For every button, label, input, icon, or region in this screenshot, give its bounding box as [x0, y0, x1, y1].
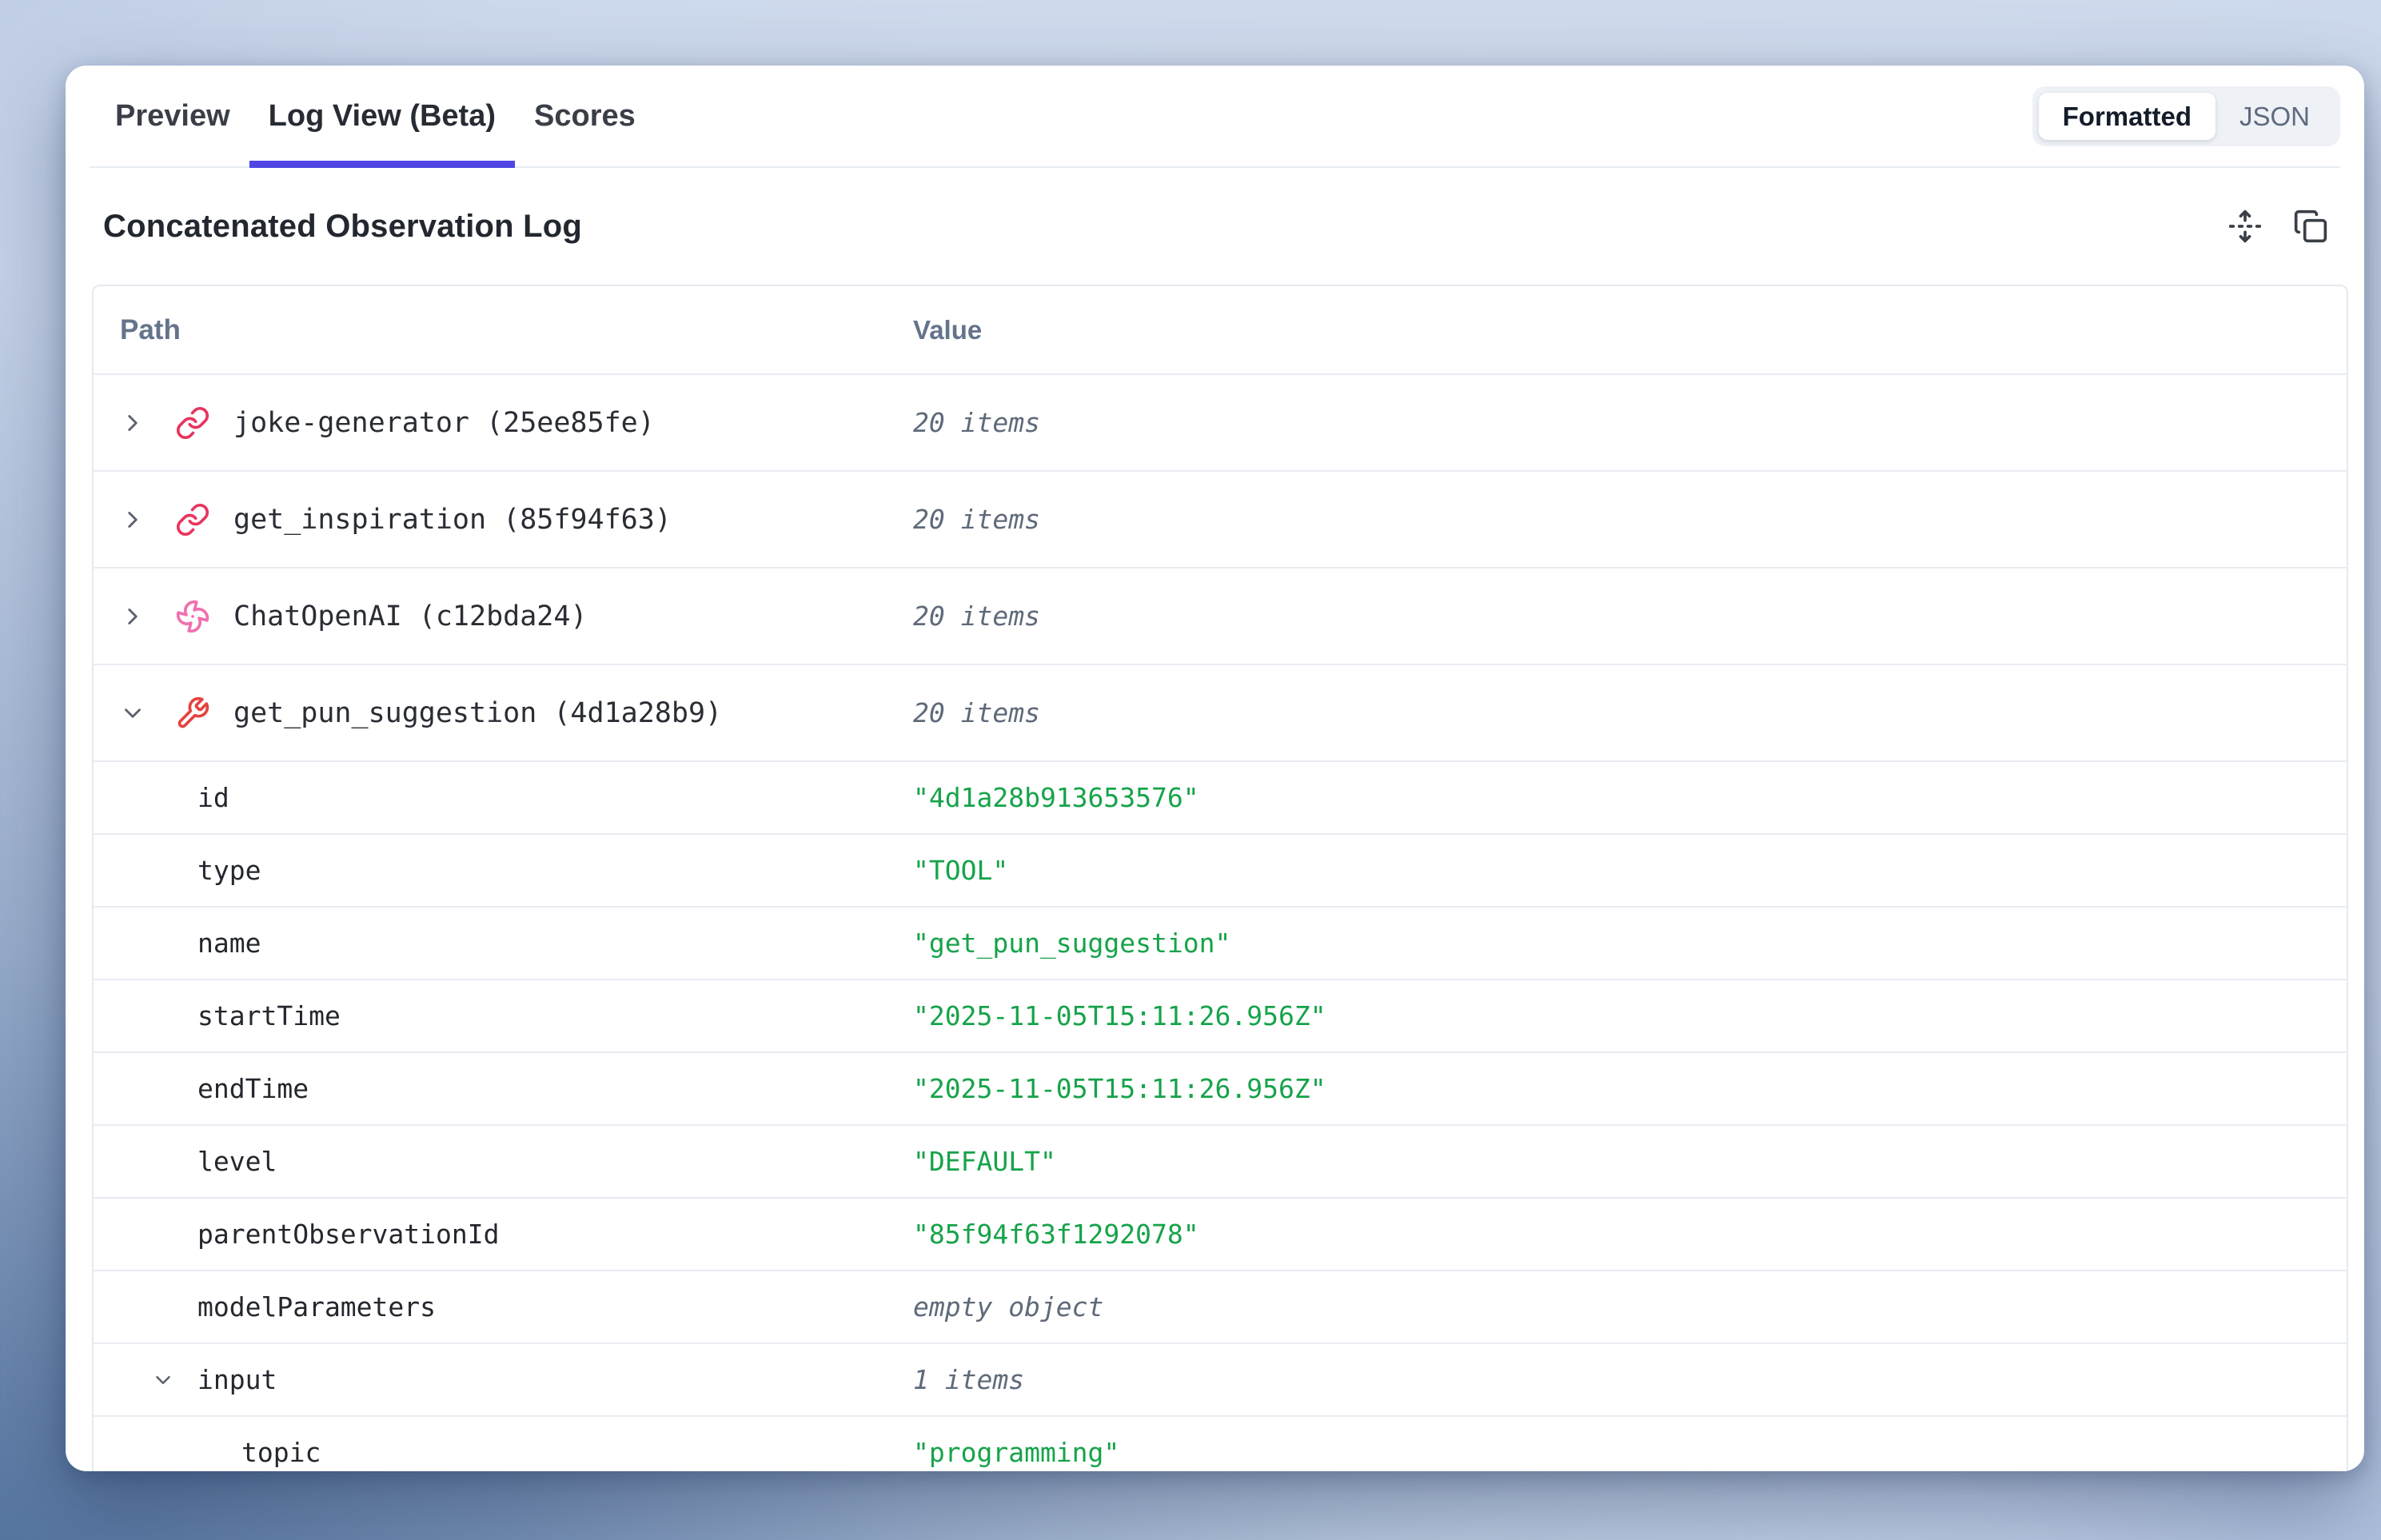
- value-summary: 20 items: [913, 600, 2347, 632]
- view-mode-toggle: Formatted JSON: [2032, 86, 2340, 146]
- table-row: type "TOOL": [94, 833, 2347, 906]
- path-cell: topic: [94, 1437, 913, 1468]
- value-string: "2025-11-05T15:11:26.956Z": [913, 1000, 2347, 1031]
- table-row[interactable]: input 1 items: [94, 1343, 2347, 1415]
- table-row[interactable]: get_inspiration (85f94f63) 20 items: [94, 470, 2347, 567]
- fan-icon: [175, 599, 210, 634]
- value-summary: 1 items: [913, 1364, 2347, 1395]
- wrench-icon: [175, 696, 210, 731]
- observation-log-table: Path Value joke-generator (25ee85fe) 20 i…: [92, 285, 2348, 1471]
- tab-preview[interactable]: Preview: [96, 66, 249, 166]
- path-label: modelParameters: [197, 1291, 436, 1323]
- path-label: joke-generator (25ee85fe): [233, 407, 655, 439]
- table-row[interactable]: ChatOpenAI (c12bda24) 20 items: [94, 567, 2347, 664]
- path-cell: get_pun_suggestion (4d1a28b9): [94, 696, 913, 731]
- table-row: id "4d1a28b913653576": [94, 760, 2347, 833]
- toggle-formatted[interactable]: Formatted: [2039, 93, 2215, 140]
- tab-log-view[interactable]: Log View (Beta): [249, 66, 515, 166]
- path-cell: endTime: [94, 1073, 913, 1104]
- table-row: startTime "2025-11-05T15:11:26.956Z": [94, 979, 2347, 1051]
- path-label: ChatOpenAI (c12bda24): [233, 600, 588, 632]
- path-label: parentObservationId: [197, 1219, 500, 1250]
- path-label: get_inspiration (85f94f63): [233, 504, 672, 536]
- table-body: joke-generator (25ee85fe)20 itemsget_ins…: [94, 373, 2347, 1471]
- value-string: "4d1a28b913653576": [913, 782, 2347, 813]
- table-row: endTime "2025-11-05T15:11:26.956Z": [94, 1051, 2347, 1124]
- value-column-header: Value: [913, 315, 2347, 345]
- chevron-down-icon[interactable]: [119, 700, 146, 727]
- table-row: level "DEFAULT": [94, 1124, 2347, 1197]
- chevron-down-icon[interactable]: [151, 1368, 175, 1392]
- link-icon: [175, 502, 210, 537]
- path-label: input: [197, 1364, 277, 1395]
- link-icon: [175, 405, 210, 441]
- desktop-background: { "colors": { "accent_indigo": "#4f46e5"…: [0, 0, 2381, 1540]
- table-row: topic "programming": [94, 1415, 2347, 1471]
- toggle-json[interactable]: JSON: [2215, 93, 2334, 140]
- value-string: "2025-11-05T15:11:26.956Z": [913, 1073, 2347, 1104]
- value-summary: empty object: [913, 1291, 2347, 1323]
- value-summary: 20 items: [913, 407, 2347, 438]
- panel-actions: [2225, 206, 2331, 246]
- tab-scores-label: Scores: [534, 99, 636, 134]
- value-string: "get_pun_suggestion": [913, 928, 2347, 959]
- path-cell: modelParameters: [94, 1291, 913, 1323]
- path-label: endTime: [197, 1073, 309, 1104]
- value-string: "programming": [913, 1437, 2347, 1468]
- unfold-vertical-icon: [2227, 209, 2263, 244]
- path-label: id: [197, 782, 229, 813]
- table-row[interactable]: get_pun_suggestion (4d1a28b9) 20 items: [94, 664, 2347, 760]
- path-cell: input: [94, 1364, 913, 1395]
- path-label: name: [197, 928, 261, 959]
- value-summary: 20 items: [913, 697, 2347, 728]
- chevron-right-icon[interactable]: [119, 409, 146, 437]
- value-summary: 20 items: [913, 504, 2347, 535]
- table-row: name "get_pun_suggestion": [94, 906, 2347, 979]
- path-cell: level: [94, 1146, 913, 1177]
- path-cell: parentObservationId: [94, 1219, 913, 1250]
- log-view-panel: Preview Log View (Beta) Scores Formatted…: [66, 66, 2364, 1471]
- chevron-right-icon[interactable]: [119, 603, 146, 630]
- copy-log-button[interactable]: [2291, 206, 2331, 246]
- tab-log-view-label: Log View (Beta): [269, 99, 496, 134]
- value-string: "TOOL": [913, 855, 2347, 886]
- tab-bar: Preview Log View (Beta) Scores Formatted…: [90, 66, 2340, 168]
- tab-preview-label: Preview: [115, 99, 230, 134]
- path-cell: startTime: [94, 1000, 913, 1031]
- panel-header: Concatenated Observation Log: [66, 168, 2364, 285]
- path-label: level: [197, 1146, 277, 1177]
- value-string: "85f94f63f1292078": [913, 1219, 2347, 1250]
- unfold-rows-button[interactable]: [2225, 206, 2265, 246]
- path-label: get_pun_suggestion (4d1a28b9): [233, 697, 722, 729]
- chevron-right-icon[interactable]: [119, 506, 146, 533]
- tab-scores[interactable]: Scores: [515, 66, 655, 166]
- value-string: "DEFAULT": [913, 1146, 2347, 1177]
- page-title: Concatenated Observation Log: [103, 209, 582, 245]
- path-cell: id: [94, 782, 913, 813]
- copy-icon: [2293, 209, 2328, 244]
- path-label: topic: [241, 1437, 321, 1468]
- table-row[interactable]: joke-generator (25ee85fe) 20 items: [94, 373, 2347, 470]
- path-cell: ChatOpenAI (c12bda24): [94, 599, 913, 634]
- path-label: type: [197, 855, 261, 886]
- path-cell: joke-generator (25ee85fe): [94, 405, 913, 441]
- path-label: startTime: [197, 1000, 341, 1031]
- path-cell: type: [94, 855, 913, 886]
- table-header-row: Path Value: [94, 286, 2347, 373]
- tab-list: Preview Log View (Beta) Scores: [96, 66, 655, 166]
- path-column-header: Path: [94, 314, 913, 346]
- table-row: modelParameters empty object: [94, 1270, 2347, 1343]
- path-cell: get_inspiration (85f94f63): [94, 502, 913, 537]
- table-row: parentObservationId "85f94f63f1292078": [94, 1197, 2347, 1270]
- path-cell: name: [94, 928, 913, 959]
